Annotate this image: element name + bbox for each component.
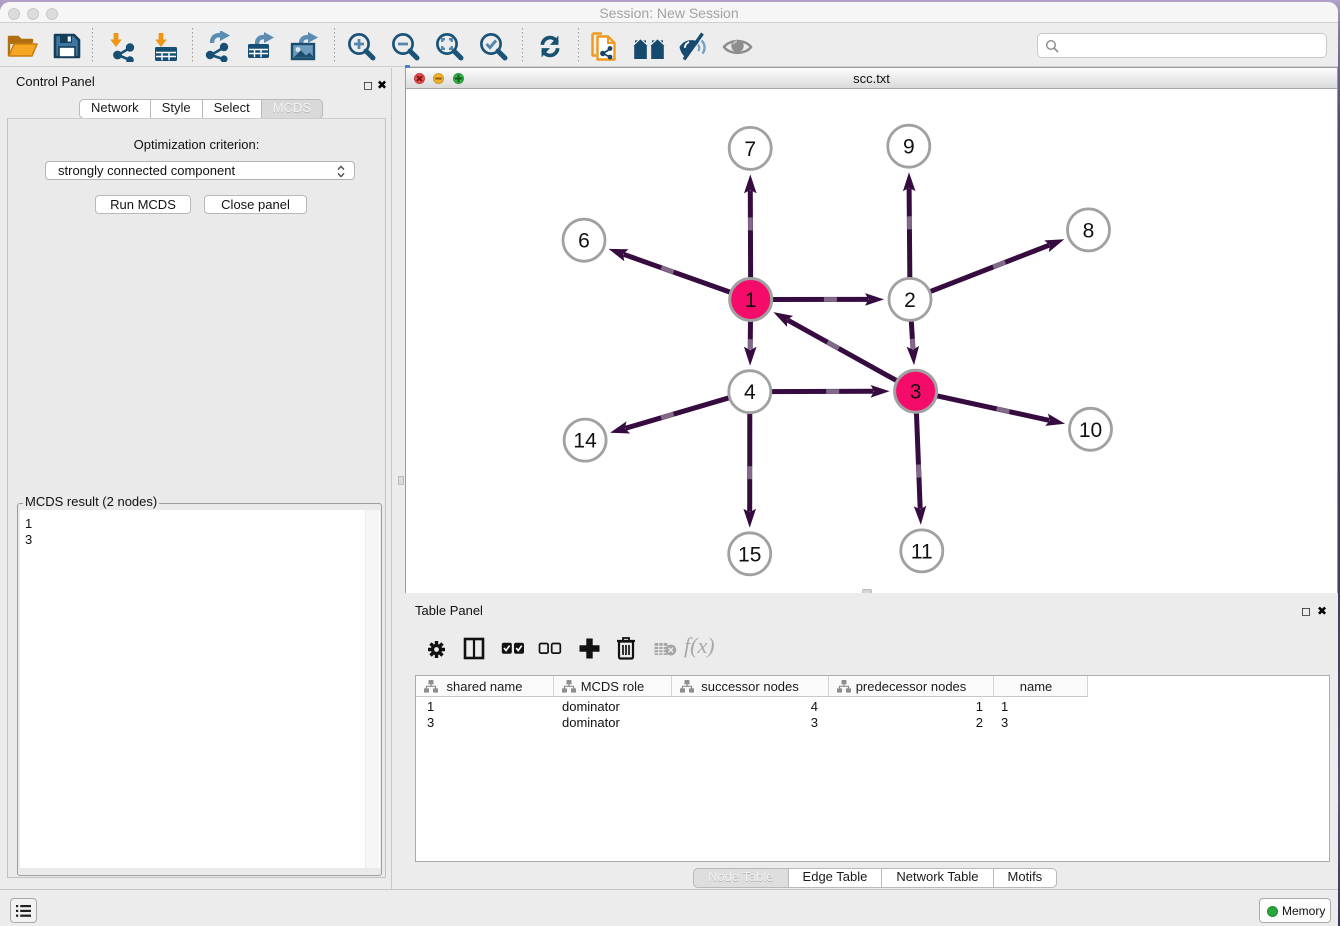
svg-text:11: 11 (911, 540, 933, 563)
svg-text:10: 10 (1079, 419, 1102, 442)
svg-text:8: 8 (1083, 219, 1095, 242)
svg-text:7: 7 (744, 138, 756, 161)
svg-text:9: 9 (903, 136, 915, 159)
svg-text:6: 6 (578, 230, 590, 253)
svg-text:2: 2 (904, 289, 916, 312)
svg-text:1: 1 (745, 289, 757, 312)
svg-text:4: 4 (744, 381, 756, 404)
svg-text:14: 14 (573, 430, 597, 453)
svg-text:15: 15 (738, 543, 761, 566)
svg-text:3: 3 (910, 381, 922, 404)
